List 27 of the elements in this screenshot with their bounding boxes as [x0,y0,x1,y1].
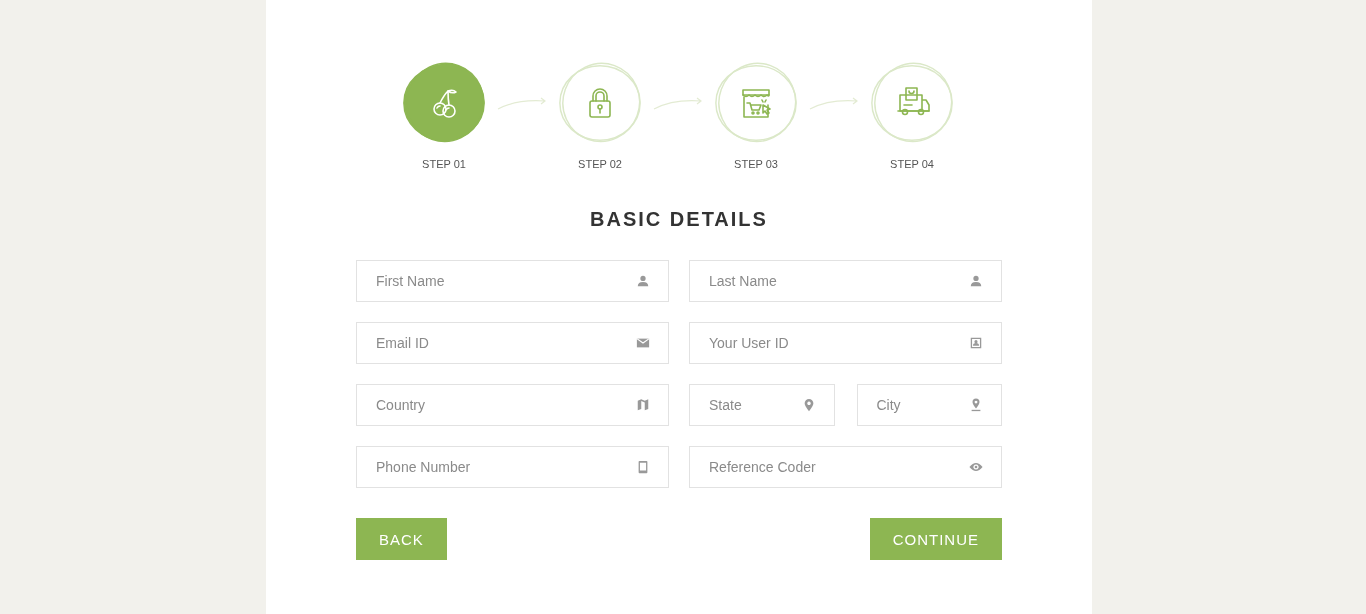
input-field[interactable]: Phone Number [356,446,669,488]
arrow-icon [653,96,703,110]
step-label: STEP 04 [890,158,934,170]
step-label: STEP 03 [734,158,778,170]
person-icon [636,274,650,288]
input-field[interactable]: Email ID [356,322,669,364]
map-icon [636,398,650,412]
step-label: STEP 02 [578,158,622,170]
arrow-icon [497,96,547,110]
arrow-icon [809,96,859,110]
input-field[interactable]: Last Name [689,260,1002,302]
id-card-icon [969,336,983,350]
input-field[interactable]: Reference Coder [689,446,1002,488]
location-pin-icon [969,398,983,412]
input-field[interactable]: Country [356,384,669,426]
input-field[interactable]: State [689,384,835,426]
eye-icon [969,460,983,474]
input-field[interactable]: Your User ID [689,322,1002,364]
continue-button[interactable]: CONTINUE [869,518,1002,560]
back-button[interactable]: BACK [356,518,447,560]
phone-icon [636,460,650,474]
envelope-icon [636,336,650,350]
input-field[interactable]: First Name [356,260,669,302]
input-field[interactable]: City [856,384,1002,426]
section-title: BASIC DETAILS [589,208,769,231]
step-label: STEP 01 [422,158,466,170]
person-icon [969,274,983,288]
